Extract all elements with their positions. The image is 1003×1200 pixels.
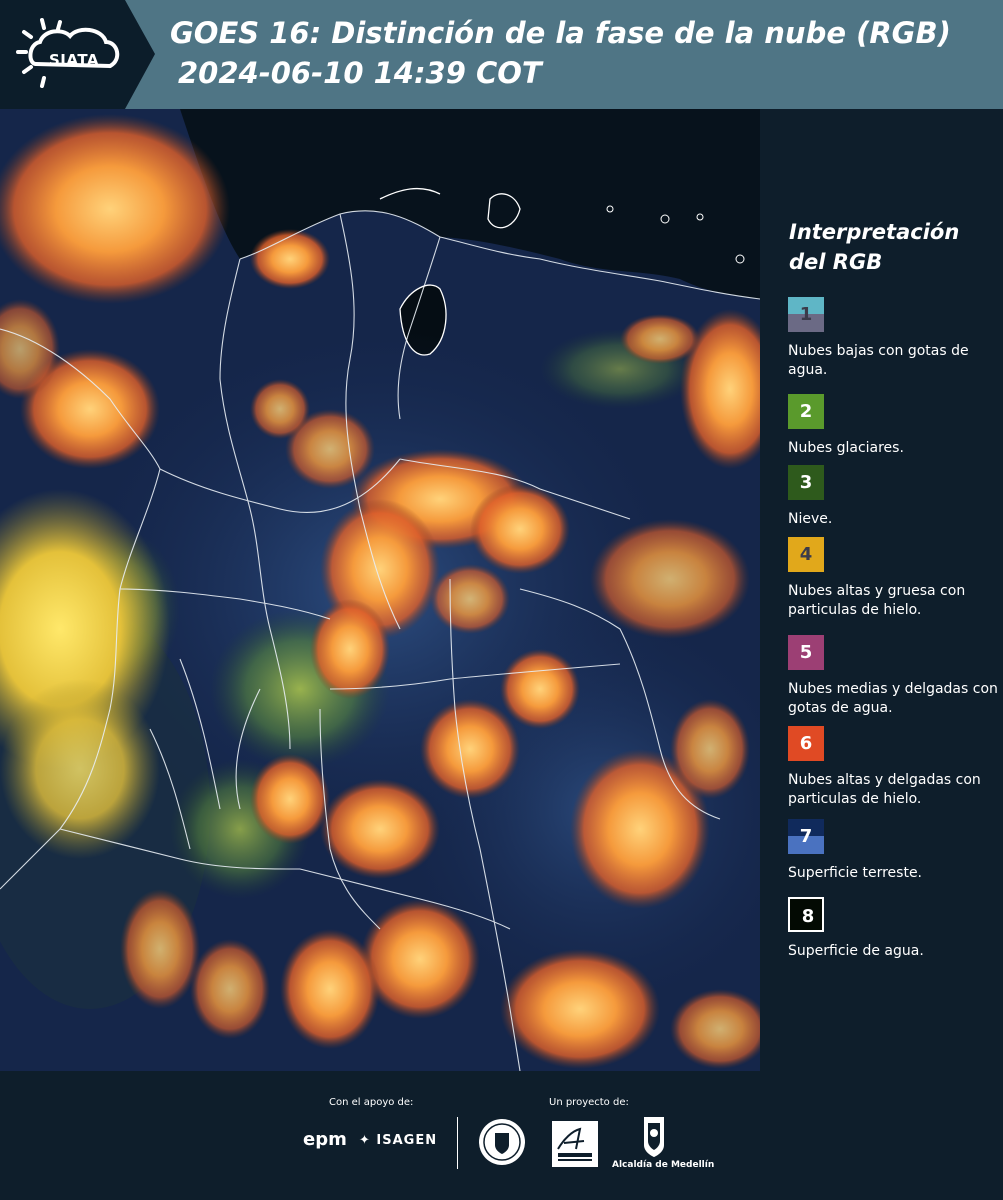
area-metropolitana-logo-icon [552,1121,598,1167]
legend-number: 8 [801,906,815,927]
legend-item-1: 1 Nubes bajas con gotas de agua. [788,297,998,380]
legend-swatch: 3 [788,465,824,500]
header: SIATA GOES 16: Distinción de la fase de … [0,0,1003,109]
legend-item-6: 6 Nubes altas y delgadas con particulas d… [788,726,998,809]
satellite-map [0,109,760,1071]
project-label: Un proyecto de: [549,1097,629,1108]
legend-label: Nubes altas y gruesa con particulas de h… [788,583,966,618]
legend-label: Superficie terreste. [788,865,923,881]
isagen-logo: ✦ ISAGEN [359,1133,437,1148]
legend-item-2: 2 Nubes glaciares. [788,394,998,458]
legend-number: 7 [799,826,813,847]
legend-title: Interpretación del RGB [789,220,960,274]
footer: Con el apoyo de: Un proyecto de: epm ✦ I… [0,1071,1003,1200]
siata-logo: SIATA [14,14,134,96]
satellite-image [0,109,760,1071]
page-title: GOES 16: Distinción de la fase de la nub… [170,16,951,50]
legend-item-4: 4 Nubes altas y gruesa con particulas de … [788,537,998,620]
support-label: Con el apoyo de: [329,1097,414,1108]
legend-item-5: 5 Nubes medias y delgadas con gotas de ag… [788,635,998,718]
page-timestamp: 2024-06-10 14:39 COT [178,56,542,90]
legend-number: 5 [799,642,813,663]
legend-item-3: 3 Nieve. [788,465,998,529]
legend-item-8: 8 Superficie de agua. [788,897,998,961]
legend-swatch: 5 [788,635,824,670]
legend-label: Nubes glaciares. [788,440,904,456]
legend-item-7: 7 Superficie terreste. [788,819,998,883]
legend-swatch: 4 [788,537,824,572]
isagen-logo-text: ISAGEN [376,1133,438,1148]
legend-label: Nubes altas y delgadas con particulas de… [788,772,981,807]
legend-number: 2 [799,401,813,422]
legend-label: Superficie de agua. [788,943,924,959]
university-seal-icon [479,1119,525,1165]
legend-number: 1 [799,304,813,325]
legend-panel: Interpretación del RGB 1 Nubes bajas con … [760,109,1003,1071]
legend-swatch: 8 [788,897,824,932]
legend-label: Nieve. [788,511,833,527]
isagen-mark-icon: ✦ [359,1133,377,1148]
legend-number: 6 [799,733,813,754]
legend-number: 4 [799,544,813,565]
epm-logo: epm [303,1129,347,1150]
legend-label: Nubes medias y delgadas con gotas de agu… [788,681,998,716]
legend-number: 3 [799,472,813,493]
legend-swatch: 6 [788,726,824,761]
logo-text: SIATA [49,51,100,69]
legend-label: Nubes bajas con gotas de agua. [788,343,969,378]
legend-swatch: 2 [788,394,824,429]
legend-swatch: 7 [788,819,824,854]
alcaldia-label: Alcaldía de Medellín [612,1160,715,1170]
footer-divider [457,1117,458,1169]
legend-swatch: 1 [788,297,824,332]
